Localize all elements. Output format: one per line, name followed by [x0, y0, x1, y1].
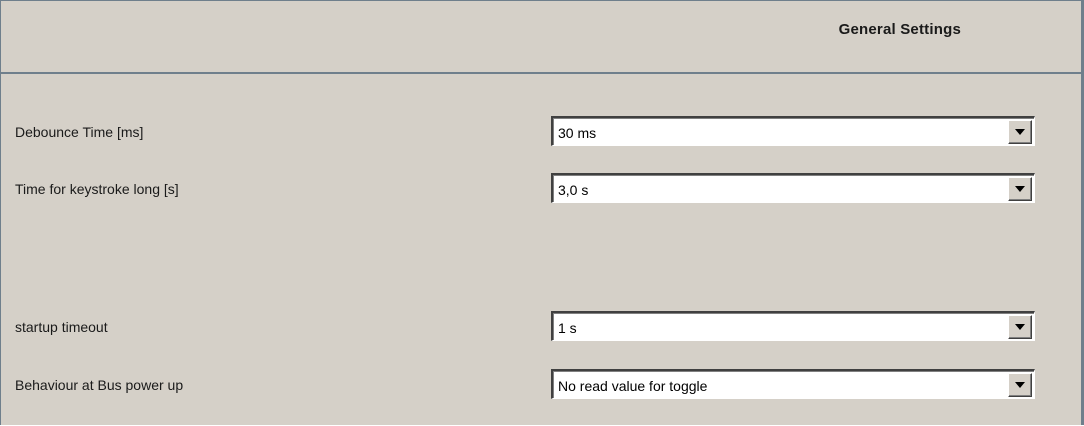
- setting-row-bus-power-up: Behaviour at Bus power up No read value …: [1, 369, 1081, 399]
- debounce-time-value: 30 ms: [558, 125, 597, 141]
- keystroke-long-dropdown-button[interactable]: [1008, 177, 1032, 201]
- bus-power-up-value: No read value for toggle: [558, 378, 708, 394]
- startup-timeout-label: startup timeout: [15, 319, 108, 335]
- startup-timeout-dropdown-button[interactable]: [1008, 315, 1032, 339]
- chevron-down-icon: [1015, 382, 1025, 388]
- header-divider: [1, 72, 1081, 74]
- chevron-down-icon: [1015, 324, 1025, 330]
- chevron-down-icon: [1015, 129, 1025, 135]
- keystroke-long-label: Time for keystroke long [s]: [15, 181, 179, 197]
- setting-row-debounce-time: Debounce Time [ms] 30 ms: [1, 116, 1081, 146]
- bus-power-up-select[interactable]: No read value for toggle: [551, 369, 1035, 399]
- chevron-down-icon: [1015, 186, 1025, 192]
- settings-panel: General Settings Debounce Time [ms] 30 m…: [0, 0, 1084, 425]
- debounce-time-select[interactable]: 30 ms: [551, 116, 1035, 146]
- keystroke-long-value: 3,0 s: [558, 182, 589, 198]
- debounce-time-label: Debounce Time [ms]: [15, 124, 144, 140]
- startup-timeout-value: 1 s: [558, 320, 577, 336]
- debounce-time-dropdown-button[interactable]: [1008, 120, 1032, 144]
- setting-row-keystroke-long: Time for keystroke long [s] 3,0 s: [1, 173, 1081, 203]
- startup-timeout-select[interactable]: 1 s: [551, 311, 1035, 341]
- bus-power-up-label: Behaviour at Bus power up: [15, 377, 184, 393]
- bus-power-up-dropdown-button[interactable]: [1008, 373, 1032, 397]
- keystroke-long-select[interactable]: 3,0 s: [551, 173, 1035, 203]
- page-title: General Settings: [838, 21, 961, 38]
- panel-header: General Settings: [1, 1, 1081, 72]
- setting-row-startup-timeout: startup timeout 1 s: [1, 311, 1081, 341]
